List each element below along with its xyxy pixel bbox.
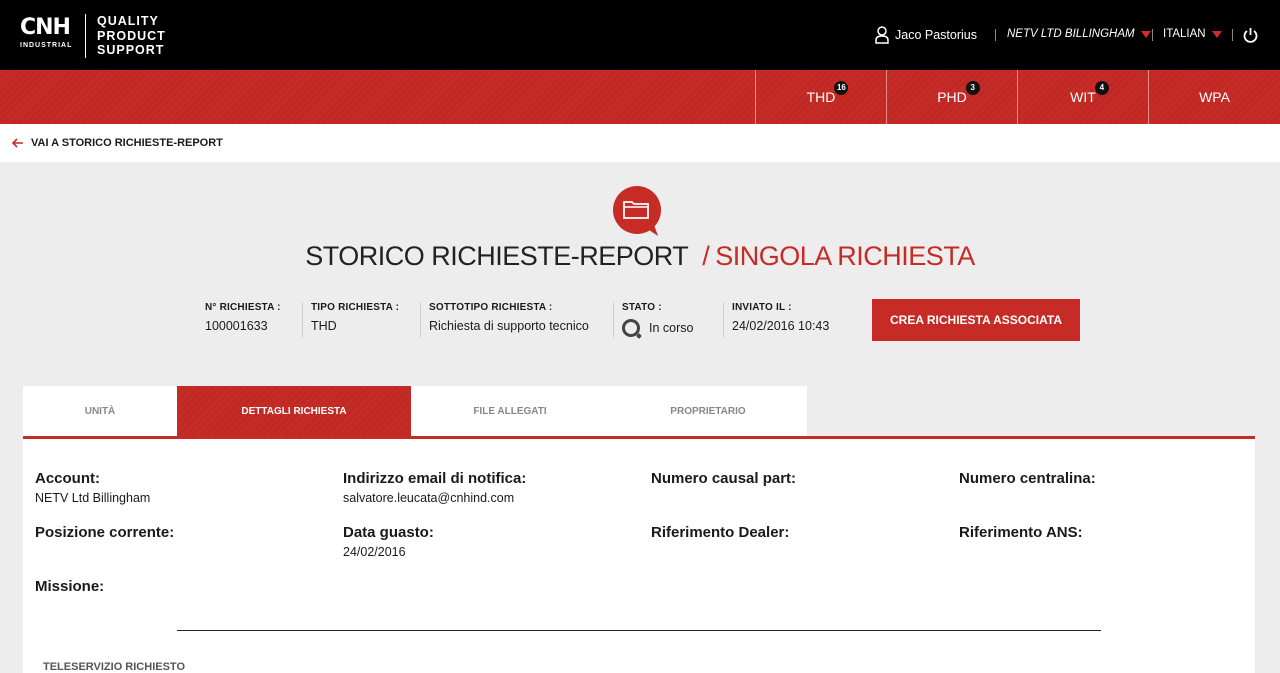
notification-badge: 4	[1094, 81, 1109, 95]
tab-unita[interactable]: UNITÀ	[23, 386, 177, 436]
spinner-icon	[622, 319, 640, 337]
caret-down-icon	[1140, 30, 1151, 38]
meta-label: INVIATO IL :	[732, 302, 792, 313]
meta-label: STATO :	[622, 302, 662, 313]
language-label: ITALIAN	[1163, 28, 1206, 40]
notification-badge: 3	[965, 81, 980, 95]
tab-proprietario[interactable]: PROPRIETARIO	[609, 386, 807, 436]
arrow-left-icon	[12, 138, 23, 148]
header-separator	[995, 29, 996, 41]
nav-tab-label: WPA	[1199, 89, 1230, 105]
brand-line-3: SUPPORT	[97, 43, 165, 57]
power-icon[interactable]	[1243, 27, 1258, 43]
title-crumb-1: STORICO RICHIESTE-REPORT	[305, 241, 689, 271]
nav-tab-label: THD	[806, 89, 836, 105]
cnh-logo[interactable]: CNH INDUSTRIAL	[20, 16, 76, 54]
back-bar: VAI A STORICO RICHIESTE-REPORT	[0, 124, 1280, 162]
field-label: Missione:	[35, 578, 105, 595]
field-label: Posizione corrente:	[35, 524, 175, 541]
notification-badge: 16	[834, 81, 849, 95]
section-title: TELESERVIZIO RICHIESTO	[43, 661, 186, 673]
section-divider	[177, 630, 1101, 631]
field-missione: Missione:	[35, 578, 104, 595]
tab-dettagli-richiesta[interactable]: DETTAGLI RICHIESTA	[177, 386, 411, 436]
header-separator	[1152, 29, 1153, 41]
meta-status: STATO : In corso	[613, 302, 693, 338]
back-link-label: VAI A STORICO RICHIESTE-REPORT	[31, 137, 223, 149]
field-label: Data guasto:	[343, 524, 434, 541]
brand-title: QUALITY PRODUCT SUPPORT	[97, 14, 166, 58]
field-value: salvatore.leucata@cnhind.com	[343, 491, 515, 505]
meta-sent-date: INVIATO IL : 24/02/2016 10:43	[723, 302, 829, 338]
field-centralina: Numero centralina:	[959, 470, 1096, 487]
meta-label: TIPO RICHIESTA :	[311, 302, 400, 313]
module-nav-bar: THD 16 PHD 3 WIT 4 WPA	[0, 70, 1280, 124]
field-label: Riferimento ANS:	[959, 524, 1083, 541]
create-associated-request-button[interactable]: CREA RICHIESTA ASSOCIATA	[872, 299, 1080, 341]
meta-request-number: N° RICHIESTA : 100001633	[205, 302, 281, 338]
meta-value: In corso	[622, 319, 693, 337]
meta-label: SOTTOTIPO RICHIESTA :	[429, 302, 553, 313]
nav-tab-phd[interactable]: PHD 3	[886, 70, 1017, 124]
page-title: STORICO RICHIESTE-REPORT / SINGOLA RICHIES…	[0, 241, 1280, 272]
status-text: In corso	[649, 321, 694, 335]
brand-line-2: PRODUCT	[97, 28, 166, 43]
meta-request-type: TIPO RICHIESTA : THD	[302, 302, 399, 338]
meta-value: THD	[311, 319, 337, 333]
meta-value: 24/02/2016 10:43	[732, 319, 830, 333]
field-value: 24/02/2016	[343, 545, 406, 559]
field-account: Account: NETV Ltd Billingham	[35, 470, 150, 505]
logo-main-text: CNH	[20, 15, 71, 40]
nav-tab-wit[interactable]: WIT 4	[1017, 70, 1148, 124]
field-data-guasto: Data guasto: 24/02/2016	[343, 524, 434, 559]
user-icon	[875, 26, 889, 44]
user-menu[interactable]: Jaco Pastorius	[875, 26, 977, 44]
title-separator: /	[702, 241, 710, 271]
header-separator	[1232, 29, 1233, 41]
nav-tab-label: PHD	[937, 89, 967, 105]
language-selector[interactable]: ITALIAN	[1163, 28, 1222, 40]
title-crumb-2: SINGOLA RICHIESTA	[715, 241, 975, 271]
nav-tab-label: WIT	[1070, 89, 1096, 105]
tab-file-allegati[interactable]: FILE ALLEGATI	[411, 386, 609, 436]
nav-tab-wpa[interactable]: WPA	[1148, 70, 1280, 124]
logo-sub-text: INDUSTRIAL	[20, 42, 73, 49]
meta-label: N° RICHIESTA :	[205, 302, 281, 313]
field-causal-part: Numero causal part:	[651, 470, 796, 487]
field-label: Numero centralina:	[959, 470, 1096, 487]
folder-icon	[613, 186, 661, 236]
brand-line-1: QUALITY	[97, 14, 159, 28]
field-label: Riferimento Dealer:	[651, 524, 790, 541]
meta-value: Richiesta di supporto tecnico	[429, 319, 589, 333]
field-riferimento-dealer: Riferimento Dealer:	[651, 524, 789, 541]
meta-request-subtype: SOTTOTIPO RICHIESTA : Richiesta di suppo…	[420, 302, 589, 338]
meta-value: 100001633	[205, 319, 268, 333]
caret-down-icon	[1211, 30, 1222, 38]
field-label: Account:	[35, 470, 100, 487]
field-label: Indirizzo email di notifica:	[343, 470, 527, 487]
field-posizione: Posizione corrente:	[35, 524, 174, 541]
detail-tabs: UNITÀ DETTAGLI RICHIESTA FILE ALLEGATI P…	[23, 386, 807, 436]
user-name: Jaco Pastorius	[895, 28, 977, 42]
dealer-selector[interactable]: NETV LTD BILLINGHAM	[1007, 28, 1151, 40]
field-label: Numero causal part:	[651, 470, 797, 487]
dealer-name: NETV LTD BILLINGHAM	[1007, 28, 1135, 40]
logo-divider	[85, 14, 86, 58]
top-header: CNH INDUSTRIAL QUALITY PRODUCT SUPPORT J…	[0, 0, 1280, 70]
back-link[interactable]: VAI A STORICO RICHIESTE-REPORT	[12, 137, 223, 149]
field-email: Indirizzo email di notifica: salvatore.l…	[343, 470, 526, 505]
field-value: NETV Ltd Billingham	[35, 491, 151, 505]
nav-tab-thd[interactable]: THD 16	[755, 70, 886, 124]
field-riferimento-ans: Riferimento ANS:	[959, 524, 1083, 541]
details-panel: Account: NETV Ltd Billingham Indirizzo e…	[23, 439, 1255, 673]
